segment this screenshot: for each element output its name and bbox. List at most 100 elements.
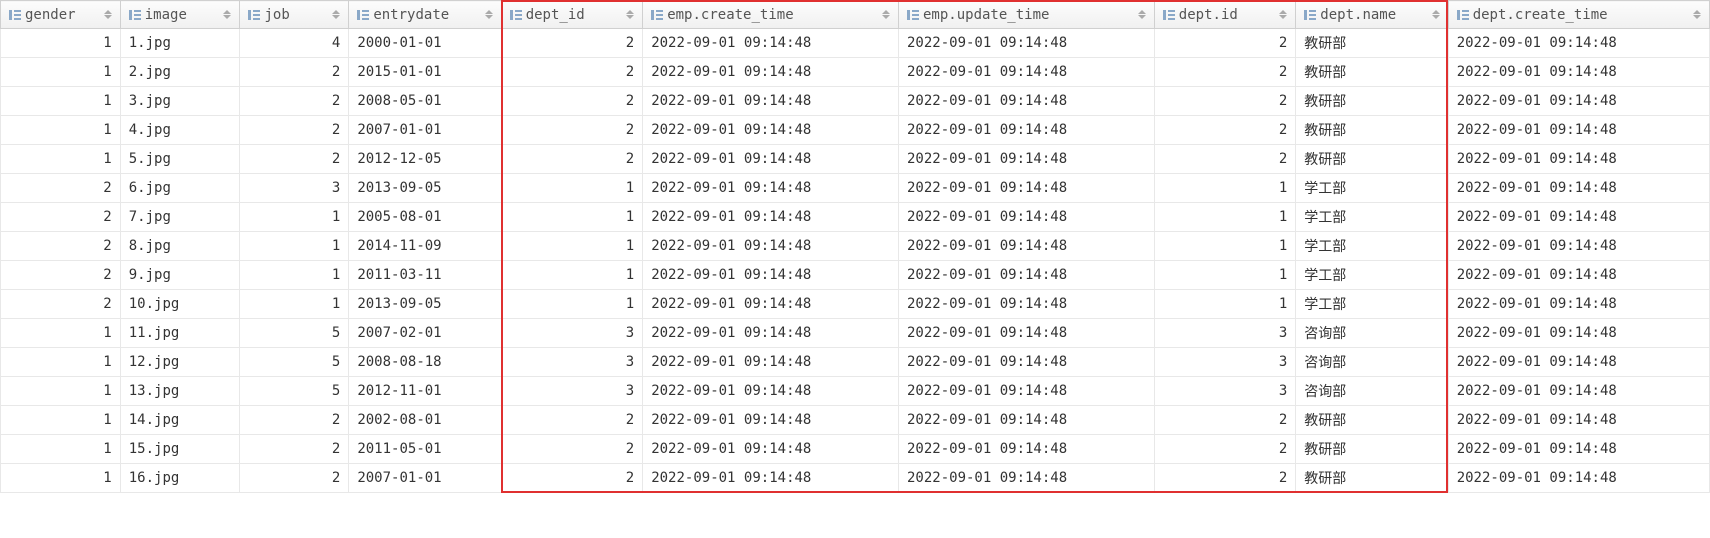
cell-emp_create_time[interactable]: 2022-09-01 09:14:48 bbox=[643, 58, 899, 87]
cell-dept_name[interactable]: 教研部 bbox=[1296, 145, 1448, 174]
cell-dept_id[interactable]: 1 bbox=[501, 232, 643, 261]
column-header-image[interactable]: image bbox=[120, 1, 240, 29]
cell-dept_id[interactable]: 1 bbox=[501, 174, 643, 203]
cell-job[interactable]: 1 bbox=[240, 203, 349, 232]
sort-icon[interactable] bbox=[1138, 10, 1146, 19]
cell-dept_create_time[interactable]: 2022-09-01 09:14:48 bbox=[1448, 145, 1709, 174]
cell-entrydate[interactable]: 2011-05-01 bbox=[349, 435, 501, 464]
cell-dept_name[interactable]: 教研部 bbox=[1296, 58, 1448, 87]
cell-gender[interactable]: 1 bbox=[1, 406, 121, 435]
cell-emp_update_time[interactable]: 2022-09-01 09:14:48 bbox=[899, 174, 1155, 203]
cell-emp_update_time[interactable]: 2022-09-01 09:14:48 bbox=[899, 464, 1155, 493]
cell-emp_create_time[interactable]: 2022-09-01 09:14:48 bbox=[643, 464, 899, 493]
cell-dept_id2[interactable]: 2 bbox=[1154, 87, 1296, 116]
cell-dept_id[interactable]: 3 bbox=[501, 348, 643, 377]
cell-emp_create_time[interactable]: 2022-09-01 09:14:48 bbox=[643, 174, 899, 203]
sort-icon[interactable] bbox=[626, 10, 634, 19]
cell-job[interactable]: 2 bbox=[240, 464, 349, 493]
cell-emp_create_time[interactable]: 2022-09-01 09:14:48 bbox=[643, 377, 899, 406]
cell-image[interactable]: 3.jpg bbox=[120, 87, 240, 116]
column-header-dept_id2[interactable]: dept.id bbox=[1154, 1, 1296, 29]
cell-dept_id2[interactable]: 2 bbox=[1154, 464, 1296, 493]
cell-emp_update_time[interactable]: 2022-09-01 09:14:48 bbox=[899, 290, 1155, 319]
cell-dept_create_time[interactable]: 2022-09-01 09:14:48 bbox=[1448, 290, 1709, 319]
table-row[interactable]: 15.jpg22012-12-0522022-09-01 09:14:48202… bbox=[1, 145, 1710, 174]
cell-emp_create_time[interactable]: 2022-09-01 09:14:48 bbox=[643, 203, 899, 232]
table-row[interactable]: 115.jpg22011-05-0122022-09-01 09:14:4820… bbox=[1, 435, 1710, 464]
cell-image[interactable]: 9.jpg bbox=[120, 261, 240, 290]
cell-gender[interactable]: 1 bbox=[1, 116, 121, 145]
cell-dept_name[interactable]: 学工部 bbox=[1296, 290, 1448, 319]
cell-emp_update_time[interactable]: 2022-09-01 09:14:48 bbox=[899, 261, 1155, 290]
cell-entrydate[interactable]: 2000-01-01 bbox=[349, 29, 501, 58]
cell-dept_name[interactable]: 教研部 bbox=[1296, 435, 1448, 464]
cell-dept_id[interactable]: 1 bbox=[501, 290, 643, 319]
cell-dept_id[interactable]: 1 bbox=[501, 261, 643, 290]
cell-job[interactable]: 1 bbox=[240, 290, 349, 319]
cell-gender[interactable]: 2 bbox=[1, 290, 121, 319]
cell-dept_id2[interactable]: 3 bbox=[1154, 319, 1296, 348]
sort-icon[interactable] bbox=[1693, 10, 1701, 19]
cell-dept_id[interactable]: 2 bbox=[501, 87, 643, 116]
cell-dept_id2[interactable]: 1 bbox=[1154, 203, 1296, 232]
cell-entrydate[interactable]: 2007-01-01 bbox=[349, 464, 501, 493]
cell-dept_id2[interactable]: 1 bbox=[1154, 261, 1296, 290]
cell-dept_create_time[interactable]: 2022-09-01 09:14:48 bbox=[1448, 348, 1709, 377]
cell-dept_id2[interactable]: 2 bbox=[1154, 116, 1296, 145]
column-header-dept_id[interactable]: dept_id bbox=[501, 1, 643, 29]
table-row[interactable]: 14.jpg22007-01-0122022-09-01 09:14:48202… bbox=[1, 116, 1710, 145]
cell-emp_update_time[interactable]: 2022-09-01 09:14:48 bbox=[899, 406, 1155, 435]
cell-emp_update_time[interactable]: 2022-09-01 09:14:48 bbox=[899, 29, 1155, 58]
cell-dept_name[interactable]: 咨询部 bbox=[1296, 348, 1448, 377]
sort-icon[interactable] bbox=[223, 10, 231, 19]
cell-dept_create_time[interactable]: 2022-09-01 09:14:48 bbox=[1448, 174, 1709, 203]
cell-emp_update_time[interactable]: 2022-09-01 09:14:48 bbox=[899, 203, 1155, 232]
cell-dept_id[interactable]: 3 bbox=[501, 377, 643, 406]
cell-gender[interactable]: 2 bbox=[1, 203, 121, 232]
cell-image[interactable]: 7.jpg bbox=[120, 203, 240, 232]
cell-entrydate[interactable]: 2013-09-05 bbox=[349, 290, 501, 319]
sort-icon[interactable] bbox=[882, 10, 890, 19]
column-header-emp_create_time[interactable]: emp.create_time bbox=[643, 1, 899, 29]
cell-dept_id[interactable]: 2 bbox=[501, 464, 643, 493]
table-row[interactable]: 29.jpg12011-03-1112022-09-01 09:14:48202… bbox=[1, 261, 1710, 290]
cell-image[interactable]: 15.jpg bbox=[120, 435, 240, 464]
cell-emp_update_time[interactable]: 2022-09-01 09:14:48 bbox=[899, 58, 1155, 87]
cell-emp_update_time[interactable]: 2022-09-01 09:14:48 bbox=[899, 377, 1155, 406]
cell-dept_create_time[interactable]: 2022-09-01 09:14:48 bbox=[1448, 58, 1709, 87]
cell-job[interactable]: 1 bbox=[240, 232, 349, 261]
cell-emp_update_time[interactable]: 2022-09-01 09:14:48 bbox=[899, 348, 1155, 377]
cell-job[interactable]: 2 bbox=[240, 58, 349, 87]
cell-gender[interactable]: 1 bbox=[1, 58, 121, 87]
cell-gender[interactable]: 1 bbox=[1, 319, 121, 348]
cell-dept_id2[interactable]: 2 bbox=[1154, 29, 1296, 58]
sort-icon[interactable] bbox=[332, 10, 340, 19]
cell-dept_id2[interactable]: 3 bbox=[1154, 377, 1296, 406]
cell-entrydate[interactable]: 2007-02-01 bbox=[349, 319, 501, 348]
sort-icon[interactable] bbox=[1279, 10, 1287, 19]
cell-emp_create_time[interactable]: 2022-09-01 09:14:48 bbox=[643, 145, 899, 174]
cell-image[interactable]: 8.jpg bbox=[120, 232, 240, 261]
table-row[interactable]: 13.jpg22008-05-0122022-09-01 09:14:48202… bbox=[1, 87, 1710, 116]
cell-dept_create_time[interactable]: 2022-09-01 09:14:48 bbox=[1448, 29, 1709, 58]
table-row[interactable]: 114.jpg22002-08-0122022-09-01 09:14:4820… bbox=[1, 406, 1710, 435]
cell-entrydate[interactable]: 2007-01-01 bbox=[349, 116, 501, 145]
cell-dept_name[interactable]: 教研部 bbox=[1296, 87, 1448, 116]
cell-dept_id[interactable]: 2 bbox=[501, 58, 643, 87]
cell-job[interactable]: 2 bbox=[240, 87, 349, 116]
cell-emp_create_time[interactable]: 2022-09-01 09:14:48 bbox=[643, 319, 899, 348]
cell-emp_update_time[interactable]: 2022-09-01 09:14:48 bbox=[899, 232, 1155, 261]
cell-entrydate[interactable]: 2008-05-01 bbox=[349, 87, 501, 116]
cell-dept_name[interactable]: 教研部 bbox=[1296, 406, 1448, 435]
column-header-gender[interactable]: gender bbox=[1, 1, 121, 29]
table-row[interactable]: 28.jpg12014-11-0912022-09-01 09:14:48202… bbox=[1, 232, 1710, 261]
cell-job[interactable]: 2 bbox=[240, 406, 349, 435]
cell-job[interactable]: 1 bbox=[240, 261, 349, 290]
cell-job[interactable]: 2 bbox=[240, 145, 349, 174]
table-row[interactable]: 113.jpg52012-11-0132022-09-01 09:14:4820… bbox=[1, 377, 1710, 406]
cell-dept_name[interactable]: 学工部 bbox=[1296, 174, 1448, 203]
sort-icon[interactable] bbox=[1432, 10, 1440, 19]
cell-dept_id2[interactable]: 1 bbox=[1154, 232, 1296, 261]
cell-emp_update_time[interactable]: 2022-09-01 09:14:48 bbox=[899, 87, 1155, 116]
cell-dept_id[interactable]: 2 bbox=[501, 435, 643, 464]
